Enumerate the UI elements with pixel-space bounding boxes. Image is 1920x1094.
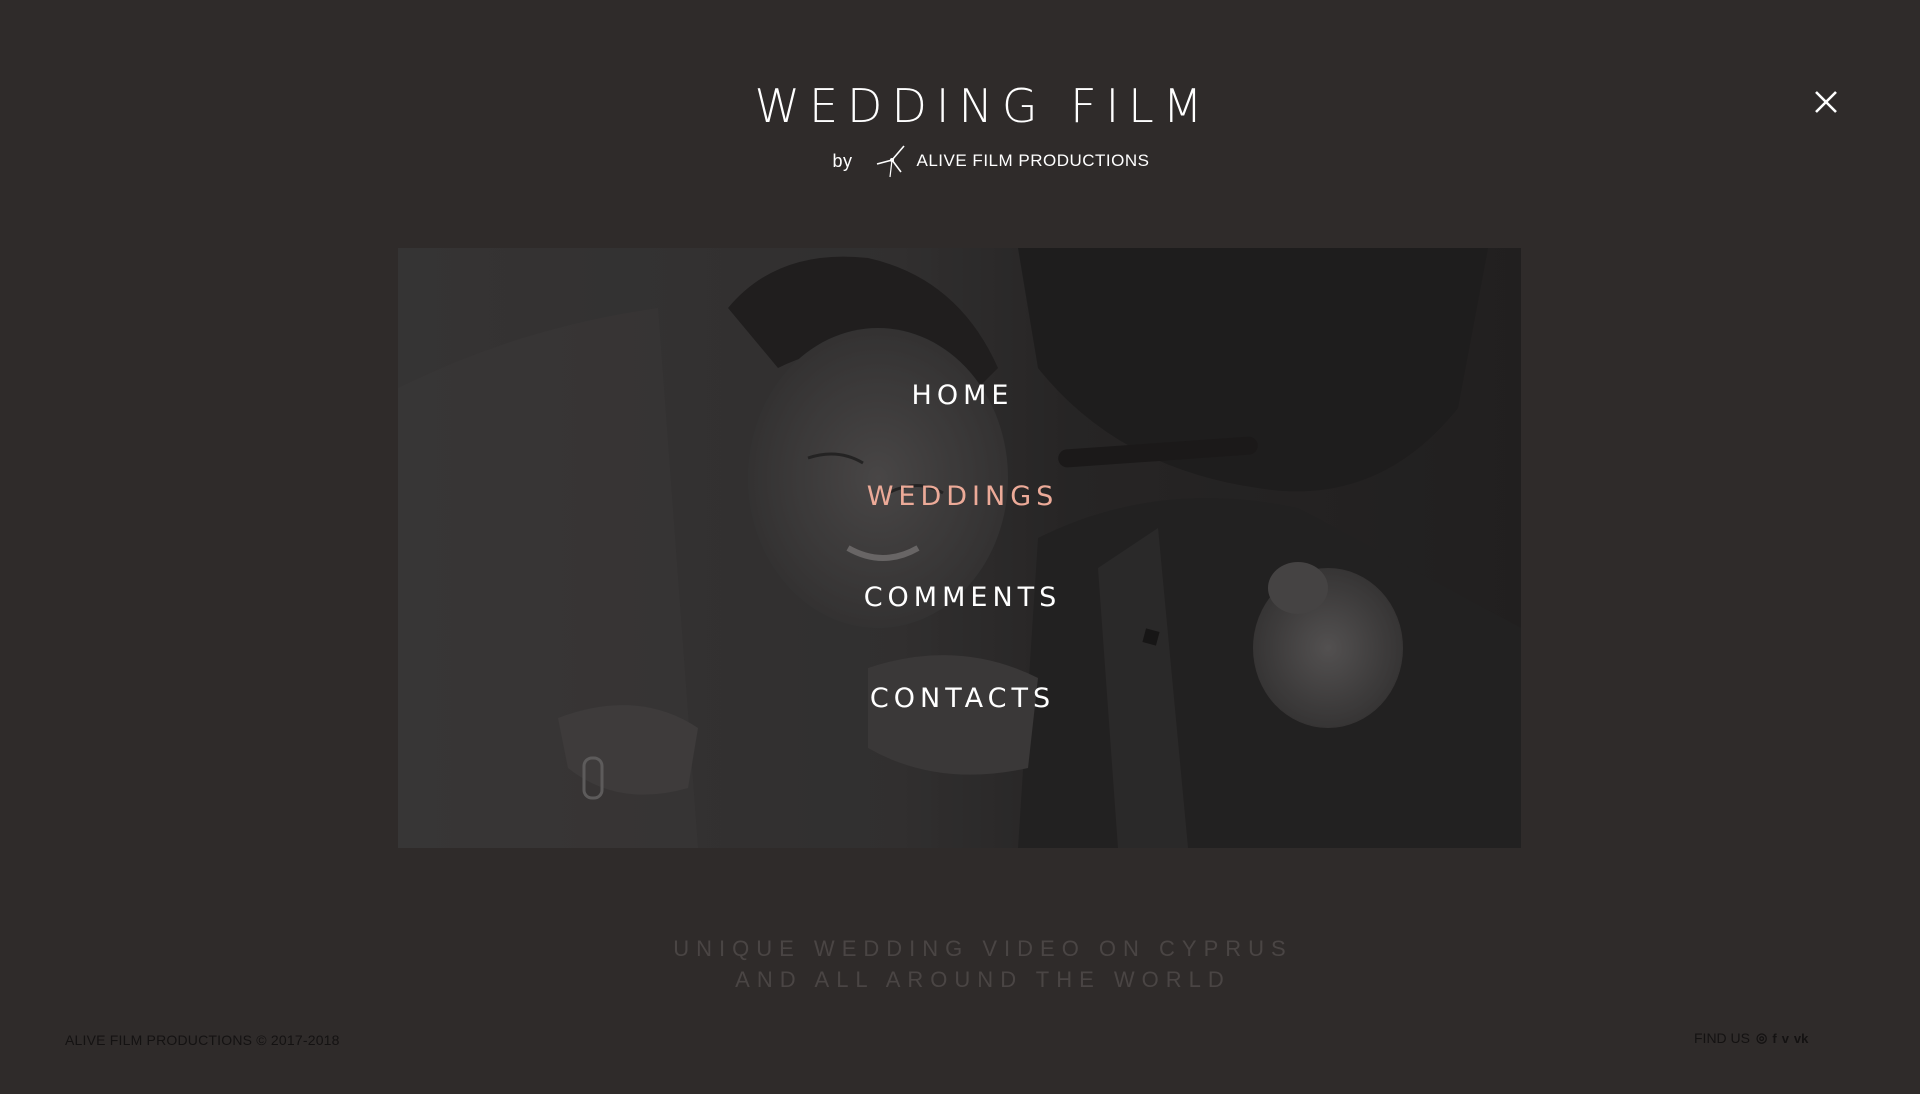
tagline-line-2: AND ALL AROUND THE WORLD [735,967,1231,992]
tagline-line-1: UNIQUE WEDDING VIDEO ON CYPRUS [673,936,1293,961]
tagline: UNIQUE WEDDING VIDEO ON CYPRUS AND ALL A… [0,933,1920,995]
brand-header[interactable]: WEDDING FILM by ALIVE FILM PRODUCTIONS [0,78,1920,178]
menu-item-comments: COMMENTS [0,574,1920,675]
footer-copyright: ALIVE FILM PRODUCTIONS © 2017-2018 [65,1032,340,1048]
menu-overlay: WEDDING FILM by ALIVE FILM PRODUCTIONS H… [0,0,1920,1094]
brand-subline: by ALIVE FILM PRODUCTIONS [62,144,1920,178]
menu-item-home: HOME [0,372,1920,473]
menu-link-home[interactable]: HOME [912,372,1014,419]
company-name: ALIVE FILM PRODUCTIONS [916,151,1150,170]
menu-link-comments[interactable]: COMMENTS [864,574,1062,621]
menu-link-weddings[interactable]: WEDDINGS [867,473,1059,520]
close-icon[interactable] [1810,86,1842,118]
main-menu: HOME WEDDINGS COMMENTS CONTACTS [0,372,1920,776]
menu-item-weddings: WEDDINGS [0,473,1920,574]
menu-item-contacts: CONTACTS [0,675,1920,776]
footer-social: FIND US ◎ f v vk [1694,1030,1808,1046]
menu-link-contacts[interactable]: CONTACTS [870,675,1055,722]
instagram-icon[interactable]: ◎ [1756,1030,1767,1046]
vk-icon[interactable]: vk [1794,1031,1808,1046]
windmill-logo-icon [876,145,905,178]
vimeo-icon[interactable]: v [1782,1031,1789,1046]
find-us-label: FIND US [1694,1030,1750,1046]
facebook-icon[interactable]: f [1772,1031,1776,1046]
site-title[interactable]: WEDDING FILM [46,78,1920,134]
brand-by-label: by [832,150,853,171]
